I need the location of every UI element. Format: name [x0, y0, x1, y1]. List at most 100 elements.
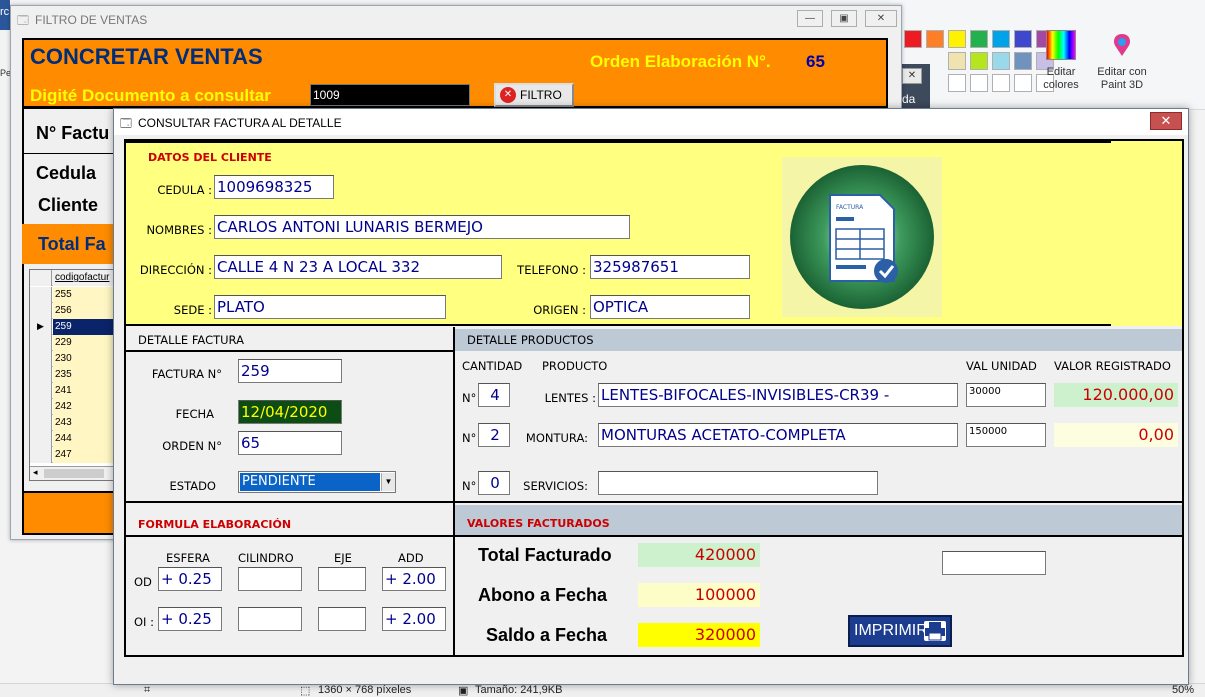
montura-unit-field[interactable]: 150000 [966, 423, 1046, 447]
color-swatch[interactable] [970, 74, 988, 92]
filtro-button[interactable]: ✕ FILTRO [494, 83, 574, 107]
color-swatch[interactable] [970, 30, 988, 48]
dimensions-icon: ⬚ [300, 685, 311, 697]
table-row[interactable]: 243 [30, 415, 123, 431]
orden-field[interactable]: 65 [238, 431, 342, 455]
cursor-icon: ⌗ [144, 684, 151, 696]
divider [126, 535, 453, 537]
maximize-button[interactable]: ▣ [831, 10, 857, 27]
table-row[interactable]: 235 [30, 367, 123, 383]
table-row[interactable]: 230 [30, 351, 123, 367]
minimize-button[interactable]: — [797, 10, 823, 27]
factura-n-field[interactable]: 259 [238, 359, 342, 383]
divider [126, 324, 1111, 326]
detalle-factura-header: DETALLE FACTURA [126, 329, 453, 351]
oi-add-field[interactable]: + 2.00 [382, 607, 446, 631]
edit-colors-button[interactable]: Editar colores [1036, 66, 1086, 92]
divider [455, 535, 1182, 537]
od-eje-field[interactable] [318, 567, 366, 591]
scroll-left-icon[interactable]: ◂ [33, 467, 38, 478]
close-button[interactable]: ✕ [865, 10, 897, 27]
valores-header: VALORES FACTURADOS [455, 505, 1182, 535]
lentes-unit-field[interactable]: 30000 [966, 383, 1046, 407]
edit-paint3d-button[interactable]: Editar con Paint 3D [1090, 66, 1154, 92]
col-cantidad: CANTIDAD [462, 359, 523, 373]
color-swatch[interactable] [926, 30, 944, 48]
document-input[interactable]: 1009 [310, 84, 470, 106]
paint3d-icon[interactable] [1109, 32, 1135, 60]
status-bar: ⌗ ⬚ 1360 × 768 píxeles ▣ Tamaño: 241,9KB… [0, 683, 1205, 697]
window-title: CONSULTAR FACTURA AL DETALLE [138, 116, 342, 130]
filter-header: CONCRETAR VENTAS Orden Elaboración N°. 6… [22, 38, 888, 108]
close-icon[interactable]: ✕ [902, 68, 922, 84]
sede-label: SEDE : [173, 303, 212, 317]
factura-logo: FACTURA [782, 157, 942, 317]
color-swatch[interactable] [904, 30, 922, 48]
color-swatch[interactable] [992, 30, 1010, 48]
saldo-label: Saldo a Fecha [486, 625, 608, 645]
table-row[interactable]: ▶ 259 [30, 319, 123, 335]
telefono-field[interactable]: 325987651 [590, 255, 750, 279]
color-swatch[interactable] [1014, 30, 1032, 48]
scroll-thumb[interactable] [44, 469, 104, 478]
od-cilindro-field[interactable] [238, 567, 302, 591]
od-label: OD [134, 575, 152, 589]
table-row[interactable]: 242 [30, 399, 123, 415]
table-row[interactable]: 244 [30, 431, 123, 447]
lentes-qty-field[interactable]: 4 [478, 383, 510, 407]
invoice-content: DATOS DEL CLIENTE CEDULA : 1009698325 NO… [124, 139, 1184, 657]
montura-product-field[interactable]: MONTURAS ACETATO-COMPLETA [598, 423, 958, 447]
od-esfera-field[interactable]: + 0.25 [158, 567, 222, 591]
factura-label: N° Factu [36, 123, 110, 143]
extra-field[interactable] [942, 551, 1046, 575]
cedula-field[interactable]: 1009698325 [214, 175, 334, 199]
color-swatch[interactable] [948, 52, 966, 70]
table-row[interactable]: 229 [30, 335, 123, 351]
direccion-field[interactable]: CALLE 4 N 23 A LOCAL 332 [214, 255, 502, 279]
fecha-field[interactable]: 12/04/2020 [238, 400, 342, 424]
oi-cilindro-field[interactable] [238, 607, 302, 631]
vertical-divider [453, 327, 455, 657]
servicios-field[interactable] [598, 471, 878, 495]
color-swatch[interactable] [992, 74, 1010, 92]
oi-esfera-field[interactable]: + 0.25 [158, 607, 222, 631]
col-eje: EJE [334, 551, 352, 565]
nombres-field[interactable]: CARLOS ANTONI LUNARIS BERMEJO [214, 215, 630, 239]
origen-field[interactable]: OPTICA [590, 295, 750, 319]
horizontal-scrollbar[interactable]: ◂ [30, 466, 123, 480]
table-row[interactable]: 241 [30, 383, 123, 399]
client-data-panel: DATOS DEL CLIENTE CEDULA : 1009698325 NO… [126, 141, 1182, 326]
servicios-qty-field[interactable]: 0 [478, 471, 510, 495]
od-add-field[interactable]: + 2.00 [382, 567, 446, 591]
color-swatch[interactable] [970, 52, 988, 70]
paint-left-edge: rc [0, 0, 10, 30]
telefono-label: TELEFONO : [517, 263, 586, 277]
sede-field[interactable]: PLATO [214, 295, 446, 319]
color-swatch[interactable] [1014, 74, 1032, 92]
lentes-product-field[interactable]: LENTES-BIFOCALES-INVISIBLES-CR39 - [598, 383, 958, 407]
abono-value: 100000 [638, 583, 760, 607]
divider [126, 350, 453, 352]
imprimir-button[interactable]: IMPRIMIR [848, 615, 952, 647]
estado-select[interactable]: PENDIENTE ▼ [238, 471, 396, 493]
formula-header: FORMULA ELABORACIÓN [126, 513, 453, 535]
table-row[interactable]: 256 [30, 303, 123, 319]
consultar-factura-window: 🗔 CONSULTAR FACTURA AL DETALLE ✕ DATOS D… [113, 108, 1189, 685]
table-row[interactable]: 255 [30, 287, 123, 303]
chevron-down-icon[interactable]: ▼ [381, 473, 395, 491]
color-swatch[interactable] [1014, 52, 1032, 70]
title-bar: 🗔 CONSULTAR FACTURA AL DETALLE ✕ [114, 109, 1188, 135]
row-n-label: N° [462, 479, 477, 493]
color-swatch[interactable] [948, 30, 966, 48]
color-swatch[interactable] [948, 74, 966, 92]
table-row[interactable]: 247 [30, 447, 123, 463]
montura-qty-field[interactable]: 2 [478, 423, 510, 447]
invoice-grid[interactable]: codigofactur 255 256 ▶ 259 229 230 235 24… [29, 269, 124, 481]
col-val-unidad: VAL UNIDAD [966, 359, 1037, 373]
oi-eje-field[interactable] [318, 607, 366, 631]
direccion-label: DIRECCIÓN : [139, 263, 212, 277]
color-swatch[interactable] [992, 52, 1010, 70]
col-add: ADD [398, 551, 424, 565]
edit-colors-icon[interactable] [1046, 30, 1076, 60]
close-button[interactable]: ✕ [1150, 112, 1182, 130]
